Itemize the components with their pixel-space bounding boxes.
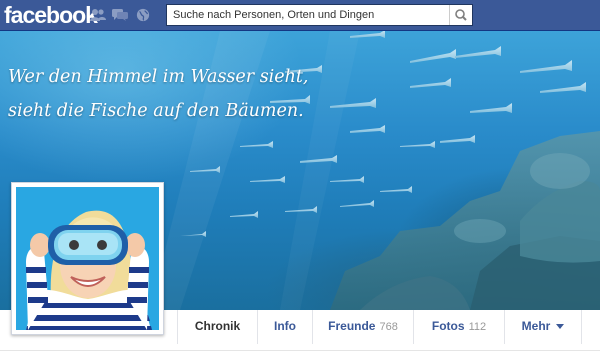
search-button[interactable]	[449, 5, 472, 25]
diver-girl-image	[16, 187, 159, 330]
tab-label: Fotos	[431, 319, 465, 333]
cover-quote: Wer den Himmel im Wasser sieht, sieht di…	[8, 60, 309, 128]
messages-icon[interactable]	[112, 8, 128, 22]
top-bar: facebook	[0, 0, 600, 31]
tab-info[interactable]: Info	[257, 310, 312, 344]
tab-label: Chronik	[194, 319, 241, 333]
profile-picture[interactable]	[11, 182, 164, 335]
tab-label: Info	[274, 319, 296, 333]
chevron-down-icon	[556, 324, 565, 330]
search-input[interactable]	[167, 5, 453, 25]
friends-count: 768	[379, 321, 398, 333]
facebook-logo[interactable]: facebook	[4, 2, 98, 29]
profile-photo	[16, 187, 159, 330]
active-tab-marker	[211, 338, 225, 345]
photos-count: 112	[468, 321, 487, 333]
cover-quote-line-1: Wer den Himmel im Wasser sieht,	[8, 67, 309, 87]
tab-fotos[interactable]: Fotos 112	[413, 310, 504, 344]
search-icon	[455, 9, 467, 21]
tab-mehr[interactable]: Mehr	[504, 310, 582, 344]
tab-label: Freunde	[328, 319, 376, 333]
notifications-globe-icon[interactable]	[135, 8, 151, 22]
friend-requests-icon[interactable]	[90, 8, 106, 22]
tab-label: Mehr	[521, 319, 551, 333]
tab-freunde[interactable]: Freunde 768	[312, 310, 413, 344]
cover-quote-line-2: sieht die Fische auf den Bäumen.	[8, 101, 304, 121]
search-box	[166, 4, 473, 26]
